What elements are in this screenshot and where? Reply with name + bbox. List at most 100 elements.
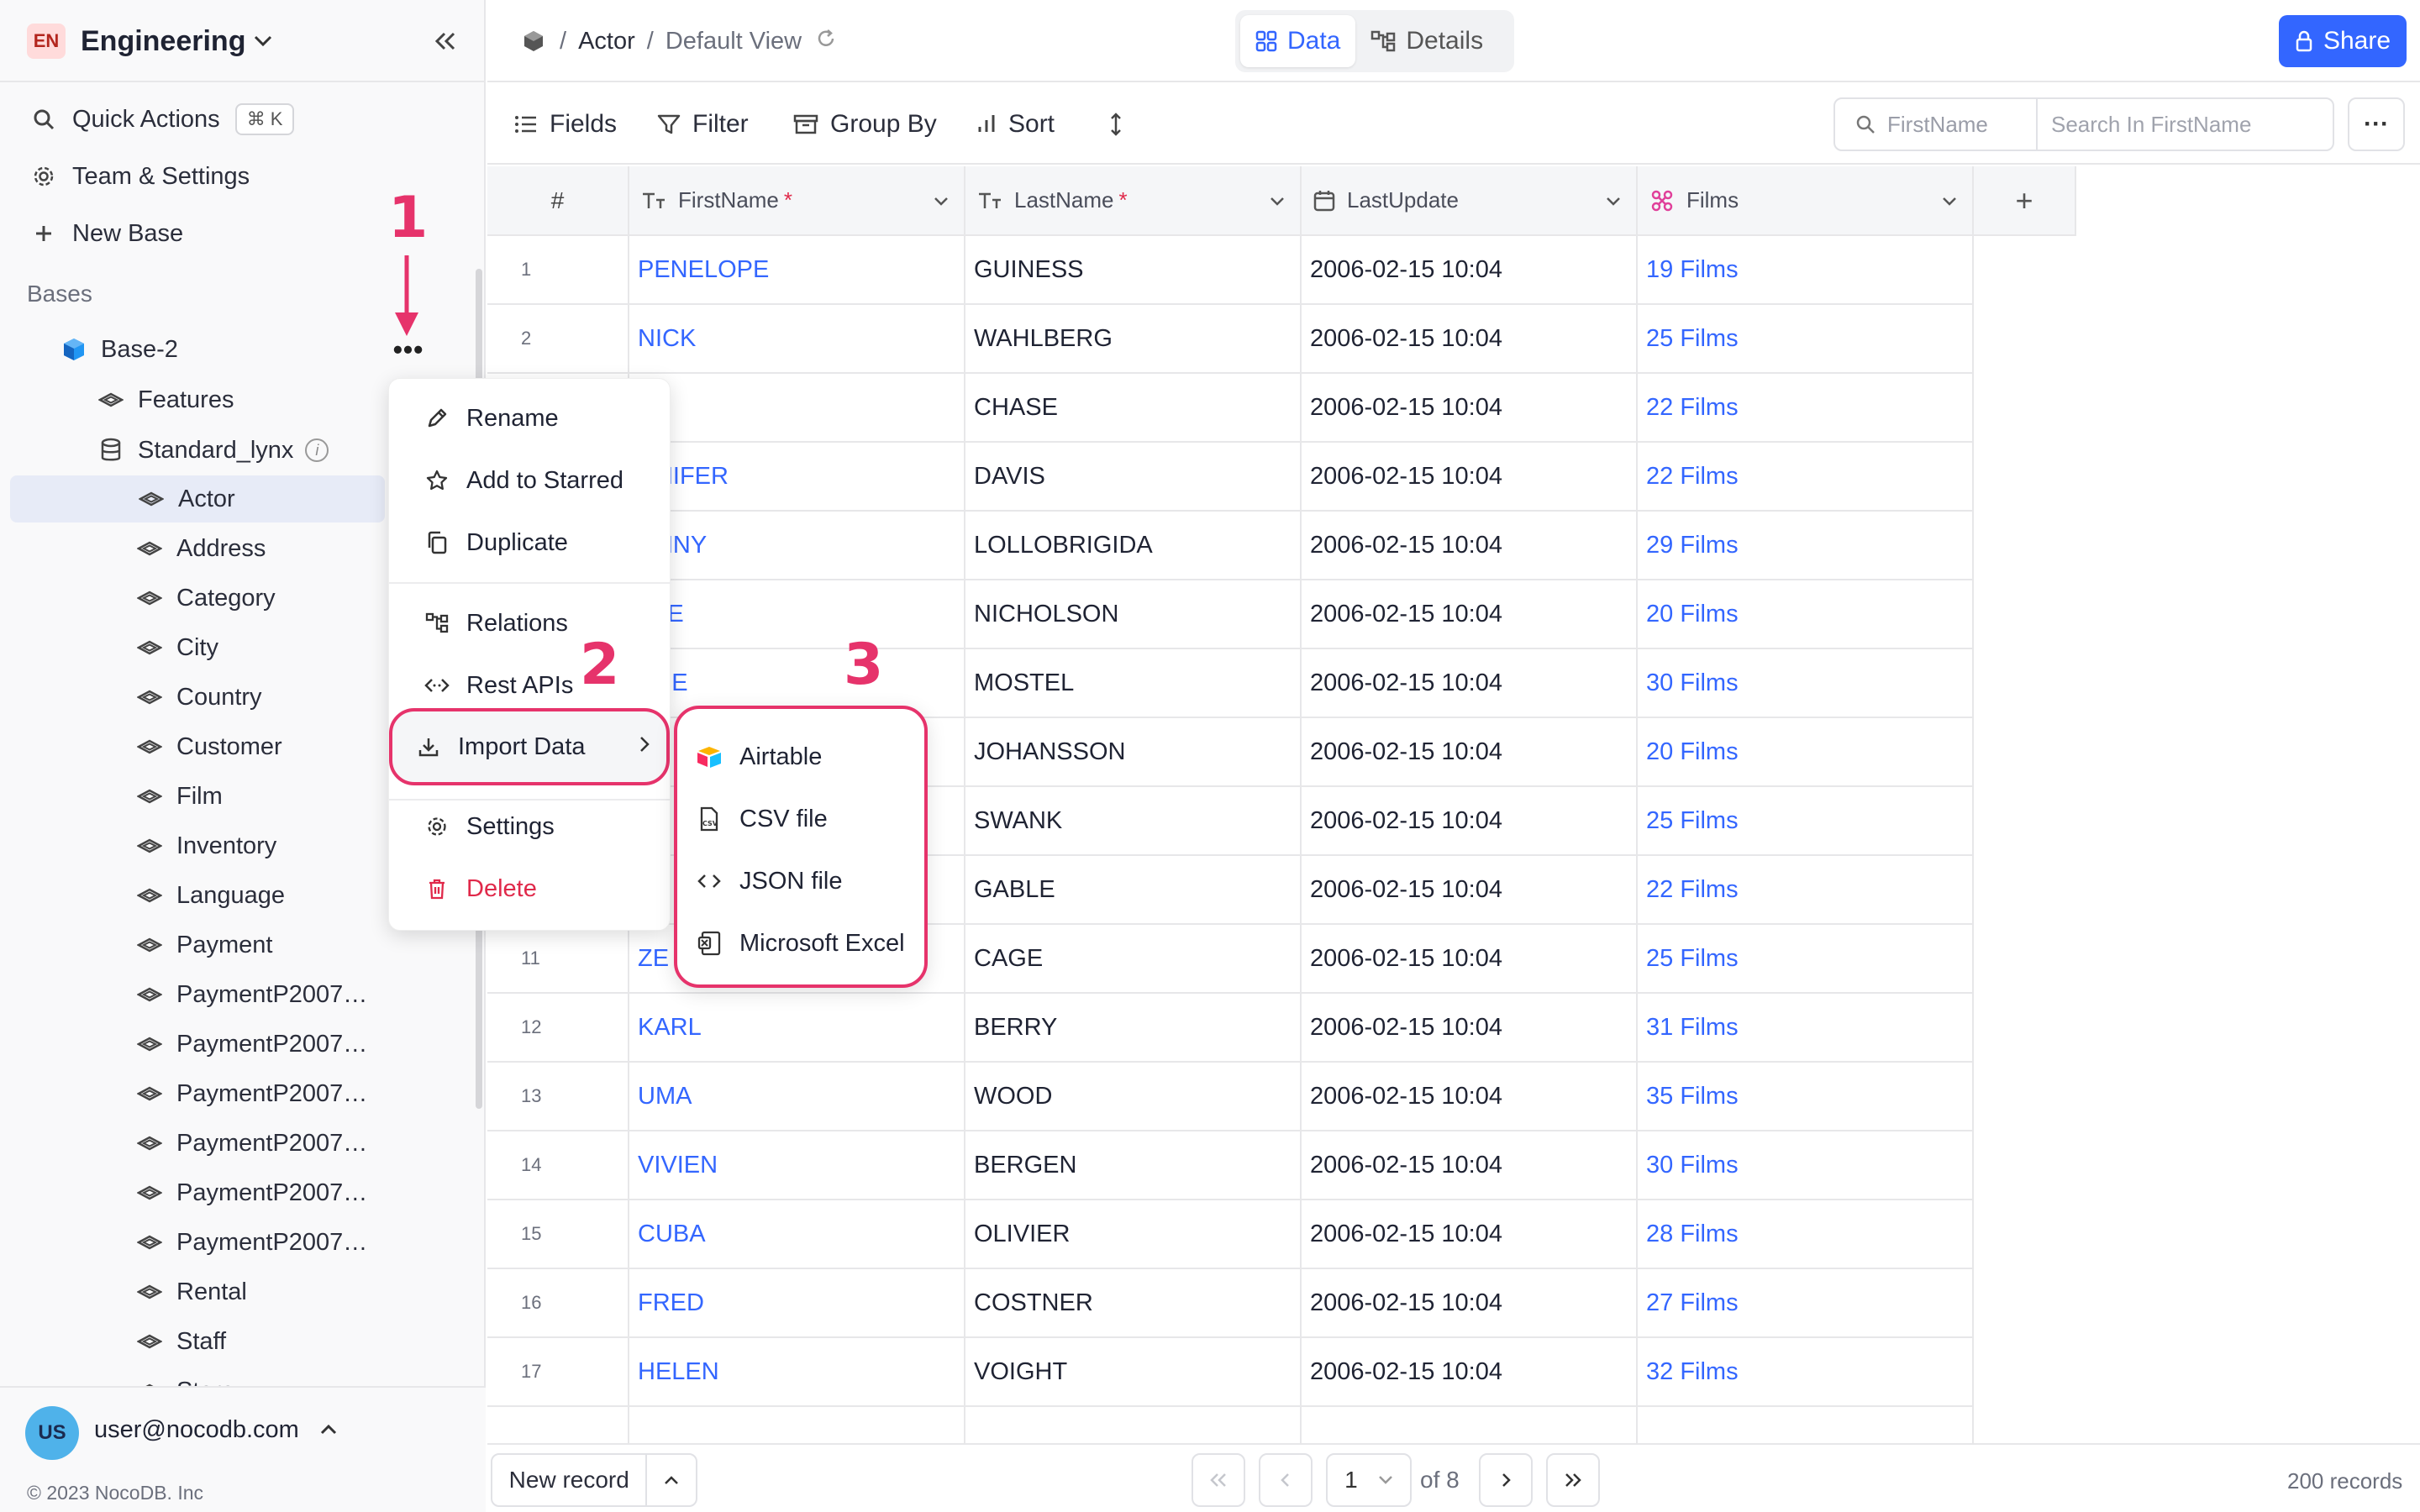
cell-films[interactable]: 22 Films: [1637, 442, 1974, 512]
group-by-button[interactable]: Group By: [793, 102, 937, 146]
cell-lastname[interactable]: WOOD: [965, 1062, 1302, 1131]
chevron-up-icon[interactable]: [314, 1413, 343, 1446]
table-row[interactable]: CHASE 2006-02-15 10:04 22 Films: [487, 373, 2075, 443]
chevron-down-icon[interactable]: [1606, 190, 1621, 212]
column-header-firstname[interactable]: FirstName *: [629, 166, 965, 236]
chevron-down-icon[interactable]: [249, 24, 277, 59]
menu-item-rest-apis[interactable]: Rest APIs: [402, 658, 658, 713]
cell-lastname[interactable]: DAVIS: [965, 442, 1302, 512]
user-email[interactable]: user@nocodb.com: [94, 1416, 299, 1444]
sidebar-table-item[interactable]: PaymentP2007…: [134, 1219, 513, 1266]
cell-lastname[interactable]: GUINESS: [965, 235, 1302, 305]
chevron-down-icon[interactable]: [934, 190, 949, 212]
reload-icon[interactable]: [815, 28, 837, 55]
cell-lastupdate[interactable]: 2006-02-15 10:04: [1301, 1131, 1638, 1200]
cell-films[interactable]: 28 Films: [1637, 1200, 1974, 1269]
sort-button[interactable]: Sort: [976, 102, 1055, 146]
cell-lastupdate[interactable]: 2006-02-15 10:04: [1301, 717, 1638, 787]
cell-lastname[interactable]: OLIVIER: [965, 1200, 1302, 1269]
menu-item-import-data[interactable]: Import Data: [389, 708, 670, 785]
cell-firstname[interactable]: KARL: [629, 993, 965, 1063]
table-row[interactable]: 13 UMA WOOD 2006-02-15 10:04 35 Films: [487, 1062, 2075, 1131]
menu-item-duplicate[interactable]: Duplicate: [402, 515, 658, 570]
breadcrumb-view[interactable]: Default View: [666, 28, 802, 55]
sidebar-table-item[interactable]: PaymentP2007…: [134, 971, 513, 1018]
first-page-button[interactable]: [1192, 1453, 1245, 1507]
sidebar-table-item[interactable]: Staff: [134, 1318, 513, 1365]
cell-lastname[interactable]: BERRY: [965, 993, 1302, 1063]
cell-firstname[interactable]: CUBA: [629, 1200, 965, 1269]
cell-lastname[interactable]: GABLE: [965, 855, 1302, 925]
menu-item-settings[interactable]: Settings: [402, 799, 658, 854]
quick-actions-button[interactable]: Quick Actions ⌘ K: [0, 94, 486, 144]
workspace-badge[interactable]: EN: [27, 24, 66, 59]
table-row[interactable]: NNIFER DAVIS 2006-02-15 10:04 22 Films: [487, 442, 2075, 512]
table-row[interactable]: 17 HELEN VOIGHT 2006-02-15 10:04 32 Films: [487, 1337, 2075, 1407]
cell-lastname[interactable]: COSTNER: [965, 1268, 1302, 1338]
import-csv[interactable]: CSV CSV file: [694, 791, 914, 847]
cell-firstname[interactable]: VIVIEN: [629, 1131, 965, 1200]
filter-button[interactable]: Filter: [657, 102, 749, 146]
info-icon[interactable]: i: [305, 438, 329, 462]
menu-item-rename[interactable]: Rename: [402, 391, 658, 446]
sidebar-table-item[interactable]: PaymentP2007…: [134, 1169, 513, 1216]
cell-lastname[interactable]: NICHOLSON: [965, 580, 1302, 649]
table-row[interactable]: 14 VIVIEN BERGEN 2006-02-15 10:04 30 Films: [487, 1131, 2075, 1200]
add-column-button[interactable]: +: [1973, 166, 2076, 236]
table-row[interactable]: [487, 1406, 2075, 1443]
cell-films[interactable]: 25 Films: [1637, 924, 1974, 994]
cell-lastupdate[interactable]: 2006-02-15 10:04: [1301, 1268, 1638, 1338]
page-select[interactable]: 1: [1326, 1453, 1412, 1507]
workspace-name[interactable]: Engineering: [81, 24, 245, 59]
cell-firstname[interactable]: TTE: [629, 580, 965, 649]
search-input[interactable]: [2038, 99, 2333, 150]
cell-lastupdate[interactable]: 2006-02-15 10:04: [1301, 1337, 1638, 1407]
base-item[interactable]: Base-2: [59, 326, 437, 373]
table-row[interactable]: 1 PENELOPE GUINESS 2006-02-15 10:04 19 Films: [487, 235, 2075, 305]
sidebar-table-item[interactable]: Actor: [10, 475, 385, 522]
cell-films[interactable]: 19 Films: [1637, 235, 1974, 305]
chevron-up-icon[interactable]: [647, 1475, 696, 1485]
cell-lastupdate[interactable]: 2006-02-15 10:04: [1301, 511, 1638, 580]
table-row[interactable]: 16 FRED COSTNER 2006-02-15 10:04 27 Films: [487, 1268, 2075, 1338]
cell-lastupdate[interactable]: 2006-02-15 10:04: [1301, 786, 1638, 856]
cell-lastname[interactable]: SWANK: [965, 786, 1302, 856]
cell-lastupdate[interactable]: 2006-02-15 10:04: [1301, 580, 1638, 649]
cell-lastupdate[interactable]: 2006-02-15 10:04: [1301, 1062, 1638, 1131]
row-height-button[interactable]: [1109, 102, 1134, 146]
cell-films[interactable]: 29 Films: [1637, 511, 1974, 580]
table-row[interactable]: 12 KARL BERRY 2006-02-15 10:04 31 Films: [487, 993, 2075, 1063]
tab-data[interactable]: Data: [1240, 15, 1356, 67]
sidebar-table-item[interactable]: PaymentP2007…: [134, 1070, 513, 1117]
cell-films[interactable]: 25 Films: [1637, 304, 1974, 374]
chevron-down-icon[interactable]: [1942, 190, 1957, 212]
cell-lastname[interactable]: LOLLOBRIGIDA: [965, 511, 1302, 580]
column-header-lastname[interactable]: LastName *: [965, 166, 1302, 236]
more-options-button[interactable]: ···: [2348, 97, 2405, 151]
cell-films[interactable]: 25 Films: [1637, 786, 1974, 856]
cell-lastname[interactable]: VOIGHT: [965, 1337, 1302, 1407]
menu-item-add-to-starred[interactable]: Add to Starred: [402, 453, 658, 508]
cell-lastname[interactable]: WAHLBERG: [965, 304, 1302, 374]
column-header-lastupdate[interactable]: LastUpdate: [1301, 166, 1638, 236]
cell-lastupdate[interactable]: 2006-02-15 10:04: [1301, 235, 1638, 305]
cell-films[interactable]: 30 Films: [1637, 648, 1974, 718]
fields-button[interactable]: Fields: [514, 102, 617, 146]
cell-films[interactable]: 32 Films: [1637, 1337, 1974, 1407]
cell-firstname[interactable]: NICK: [629, 304, 965, 374]
next-page-button[interactable]: [1479, 1453, 1533, 1507]
share-button[interactable]: Share: [2279, 15, 2407, 67]
last-page-button[interactable]: [1546, 1453, 1600, 1507]
cell-firstname[interactable]: PENELOPE: [629, 235, 965, 305]
table-row[interactable]: 2 NICK WAHLBERG 2006-02-15 10:04 25 Films: [487, 304, 2075, 374]
cell-films[interactable]: 30 Films: [1637, 1131, 1974, 1200]
cell-firstname[interactable]: HNNY: [629, 511, 965, 580]
avatar[interactable]: US: [25, 1406, 79, 1460]
sidebar-table-item[interactable]: PaymentP2007…: [134, 1021, 513, 1068]
collapse-sidebar-icon[interactable]: [429, 22, 462, 60]
cell-films[interactable]: 27 Films: [1637, 1268, 1974, 1338]
table-row[interactable]: HNNY LOLLOBRIGIDA 2006-02-15 10:04 29 Films: [487, 511, 2075, 580]
tab-details[interactable]: Details: [1355, 15, 1498, 67]
cell-lastname[interactable]: MOSTEL: [965, 648, 1302, 718]
cell-films[interactable]: 20 Films: [1637, 580, 1974, 649]
